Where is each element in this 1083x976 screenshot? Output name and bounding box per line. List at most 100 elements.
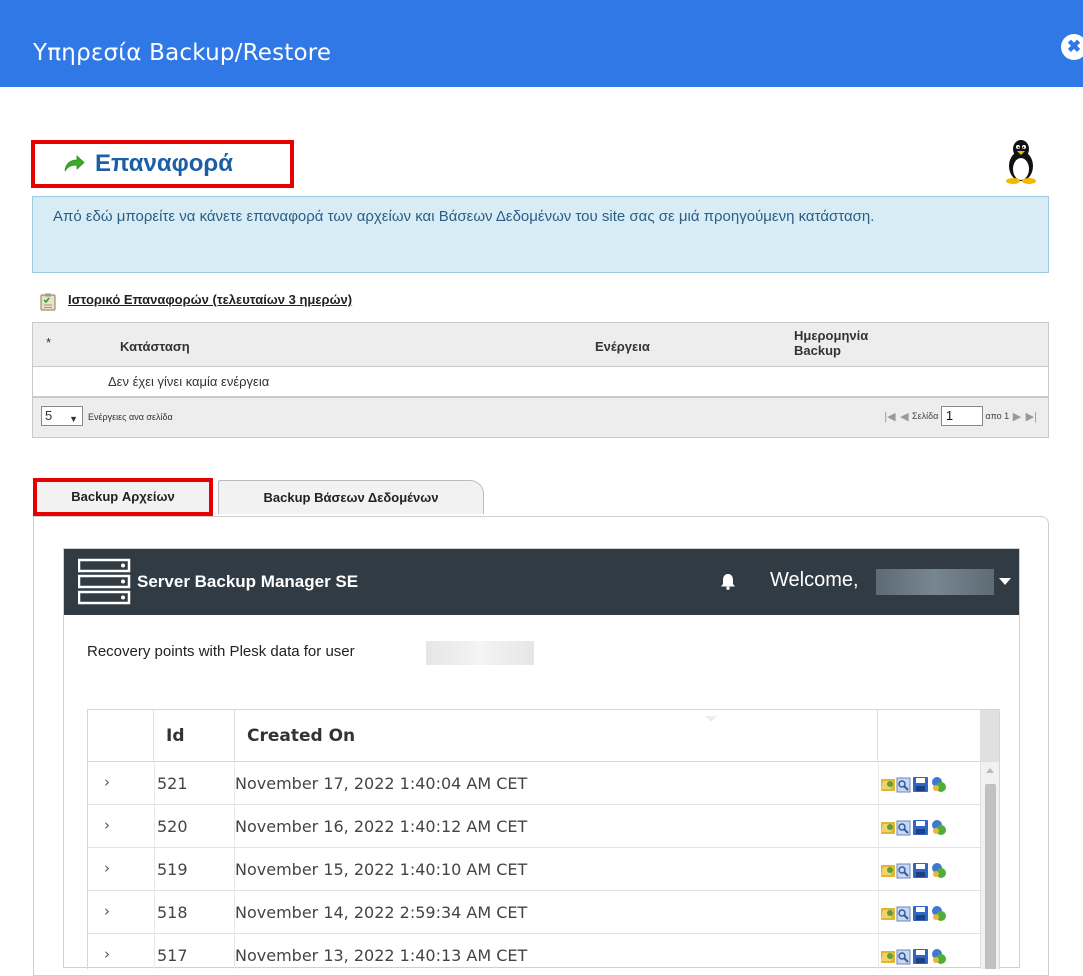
expand-icon[interactable]: › — [104, 773, 110, 791]
close-icon[interactable]: ✖ — [1061, 34, 1083, 60]
download-icon — [913, 863, 928, 878]
expand-icon[interactable]: › — [104, 816, 110, 834]
tab-file-backup[interactable]: Backup Αρχείων — [33, 478, 213, 516]
row-actions — [878, 934, 980, 969]
scrollbar-header-cap — [981, 710, 999, 762]
col-star: * — [46, 335, 52, 350]
col-backup-date-line2: Backup — [794, 343, 841, 358]
page-input[interactable]: 1 — [940, 406, 983, 426]
history-title[interactable]: Ιστορικό Επαναφορών (τελευταίων 3 ημερών… — [68, 292, 352, 307]
row-actions — [878, 805, 980, 848]
download-icon — [913, 906, 928, 921]
history-empty-row: Δεν έχει γίνει καμία ενέργεια — [33, 367, 1048, 397]
restore-files-icon — [881, 951, 895, 963]
row-action-icons[interactable] — [879, 775, 959, 793]
recovery-points-text: Recovery points with Plesk data for user — [87, 643, 355, 660]
expand-icon[interactable]: › — [104, 945, 110, 963]
last-page-icon[interactable]: ▶| — [1026, 410, 1037, 423]
history-pager: 5 ▼ Ενέργειες ανα σελίδα |◀ ◀ Σελίδα 1 α… — [32, 398, 1049, 438]
col-action[interactable]: Ενέργεια — [595, 339, 650, 354]
server-icon — [78, 558, 131, 605]
row-id-cell: 521 — [154, 762, 235, 805]
restore-heading: Επαναφορά — [31, 140, 294, 188]
table-row[interactable]: › 520 November 16, 2022 1:40:12 AM CET — [88, 805, 980, 848]
restore-database-icon — [932, 777, 946, 792]
restore-database-icon — [932, 863, 946, 878]
backup-manager-frame: Server Backup Manager SE Welcome, Recove… — [63, 548, 1020, 969]
modal-title: Υπηρεσία Backup/Restore — [33, 40, 332, 66]
per-page-label: Ενέργειες ανα σελίδα — [88, 412, 173, 422]
restore-files-icon — [881, 908, 895, 920]
welcome-label[interactable]: Welcome, — [770, 569, 859, 592]
row-actions — [878, 762, 980, 805]
row-action-icons[interactable] — [879, 818, 959, 836]
browse-icon — [896, 820, 911, 836]
history-table: * Κατάσταση Ενέργεια Ημερομηνία Backup Δ… — [32, 322, 1049, 398]
table-row[interactable]: › 517 November 13, 2022 1:40:13 AM CET — [88, 934, 980, 969]
tab-database-backup[interactable]: Backup Βάσεων Δεδομένων — [218, 480, 484, 514]
row-id-cell: 520 — [154, 805, 235, 848]
col-created-on[interactable]: Created On — [235, 710, 878, 762]
restore-files-icon — [881, 865, 895, 877]
row-id-cell: 517 — [154, 934, 235, 969]
download-icon — [913, 777, 928, 792]
browse-icon — [896, 777, 911, 793]
row-action-icons[interactable] — [879, 904, 959, 922]
scroll-thumb[interactable] — [985, 784, 996, 969]
expand-icon[interactable]: › — [104, 859, 110, 877]
col-id-label: Id — [166, 726, 185, 746]
linux-tux-icon — [1006, 140, 1036, 184]
info-message: Από εδώ μπορείτε να κάνετε επαναφορά των… — [32, 196, 1049, 273]
history-link[interactable]: Ιστορικό Επαναφορών (τελευταίων 3 ημερών… — [42, 292, 352, 307]
row-created-on: November 15, 2022 1:40:10 AM CET — [235, 860, 528, 879]
redacted-username — [876, 569, 994, 595]
row-action-icons[interactable] — [879, 861, 959, 879]
row-created-on: November 16, 2022 1:40:12 AM CET — [235, 817, 528, 836]
recovery-points-grid: Id Created On › 521 November 17, 2022 1:… — [87, 709, 1000, 969]
col-id[interactable]: Id — [154, 710, 235, 762]
bell-icon[interactable] — [720, 573, 736, 590]
sort-indicator-icon — [705, 716, 717, 722]
chevron-down-icon: ▼ — [69, 414, 78, 424]
row-id: 521 — [157, 774, 188, 793]
scroll-up-icon[interactable] — [986, 768, 994, 773]
restore-database-icon — [932, 820, 946, 835]
browse-icon — [896, 863, 911, 879]
row-id-cell: 519 — [154, 848, 235, 891]
page-label: Σελίδα — [912, 411, 939, 421]
row-created-on: November 17, 2022 1:40:04 AM CET — [235, 774, 528, 793]
table-row[interactable]: › 518 November 14, 2022 2:59:34 AM CET — [88, 891, 980, 934]
expand-icon[interactable]: › — [104, 902, 110, 920]
page-title: Επαναφορά — [95, 150, 233, 177]
row-id: 520 — [157, 817, 188, 836]
row-actions — [878, 891, 980, 934]
empty-message: Δεν έχει γίνει καμία ενέργεια — [108, 374, 270, 389]
row-id: 519 — [157, 860, 188, 879]
browse-icon — [896, 906, 911, 922]
col-state[interactable]: Κατάσταση — [120, 339, 190, 354]
table-row[interactable]: › 521 November 17, 2022 1:40:04 AM CET — [88, 762, 980, 805]
col-created-on-label: Created On — [247, 726, 356, 746]
grid-scrollbar[interactable] — [980, 710, 999, 969]
row-created-on: November 13, 2022 1:40:13 AM CET — [235, 946, 528, 965]
first-page-icon[interactable]: |◀ — [884, 410, 895, 423]
redacted-user — [426, 641, 534, 665]
restore-database-icon — [932, 906, 946, 921]
next-page-icon[interactable]: ▶ — [1013, 410, 1021, 423]
history-table-header: * Κατάσταση Ενέργεια Ημερομηνία Backup — [33, 323, 1048, 367]
caret-down-icon[interactable] — [999, 578, 1011, 586]
download-icon — [913, 949, 928, 964]
download-icon — [913, 820, 928, 835]
per-page-select[interactable]: 5 ▼ — [41, 406, 83, 426]
table-row[interactable]: › 519 November 15, 2022 1:40:10 AM CET — [88, 848, 980, 891]
grid-header: Id Created On — [88, 710, 999, 762]
app-name[interactable]: Server Backup Manager SE — [137, 572, 358, 592]
col-backup-date[interactable]: Ημερομηνία Backup — [794, 328, 868, 358]
col-backup-date-line1: Ημερομηνία — [794, 328, 869, 343]
prev-page-icon[interactable]: ◀ — [900, 410, 908, 423]
app-navbar: Server Backup Manager SE Welcome, — [64, 549, 1019, 615]
of-pages-label: απο 1 — [985, 411, 1010, 421]
row-id: 518 — [157, 903, 188, 922]
row-action-icons[interactable] — [879, 947, 959, 965]
row-actions — [878, 848, 980, 891]
